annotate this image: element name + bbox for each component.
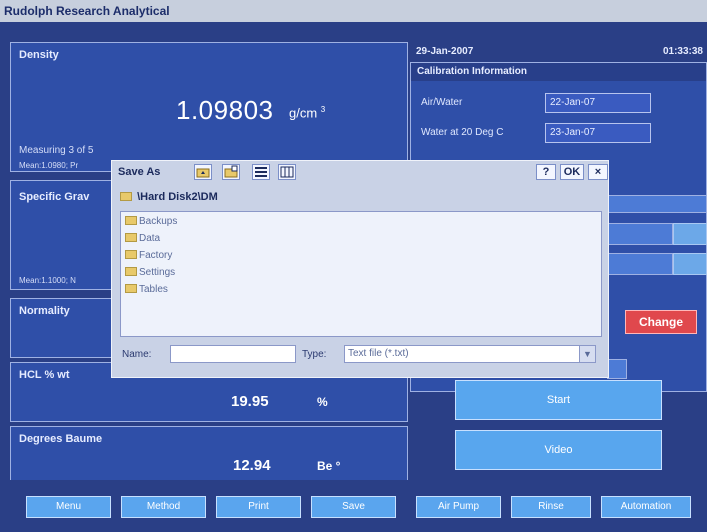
folder-label: Settings [139,267,176,278]
hcl-unit: % [317,395,328,409]
save-as-dialog: Save As ? OK × \Hard Disk2\DM Backups Da… [111,160,609,378]
folder-label: Tables [139,284,168,295]
calibration-field-2-button[interactable] [673,223,707,245]
calibration-field-4 [607,359,627,379]
menu-button[interactable]: Menu [26,496,111,518]
calibration-title: Calibration Information [411,63,706,81]
baume-panel: Degrees Baume 12.94 Be ° [10,426,408,486]
help-button[interactable]: ? [536,164,556,180]
hcl-value: 19.95 [231,393,269,410]
change-button[interactable]: Change [625,310,697,334]
file-type-select[interactable]: Text file (*.txt) ▼ [344,345,596,363]
current-path-text: \Hard Disk2\DM [137,191,218,203]
up-folder-icon[interactable] [194,164,212,180]
start-button[interactable]: Start [455,380,662,420]
air-water-date: 22-Jan-07 [545,93,651,113]
calibration-field-3 [607,253,673,275]
list-view-icon[interactable] [252,164,270,180]
new-folder-icon[interactable] [222,164,240,180]
density-mean: Mean:1.0980; Pr [19,161,79,170]
file-type-value: Text file (*.txt) [348,348,409,359]
name-label: Name: [122,349,152,360]
ok-button[interactable]: OK [560,164,584,180]
app-title: Rudolph Research Analytical [4,4,170,18]
baume-unit: Be ° [317,459,341,473]
density-unit: g/cm 3 [289,105,325,120]
folder-item[interactable]: Backups [125,216,177,227]
close-button[interactable]: × [588,164,608,180]
rinse-button[interactable]: Rinse [511,496,591,518]
water20-label: Water at 20 Deg C [421,127,504,138]
air-water-label: Air/Water [421,97,463,108]
folder-label: Factory [139,250,173,261]
type-label: Type: [302,349,327,360]
file-list: Backups Data Factory Settings Tables [120,211,602,337]
baume-title: Degrees Baume [19,433,103,445]
automation-button[interactable]: Automation [601,496,691,518]
folder-label: Backups [139,216,178,227]
density-panel: Density 1.09803 g/cm 3 Measuring 3 of 5 … [10,42,408,172]
drive-icon [120,192,132,201]
print-button[interactable]: Print [216,496,301,518]
video-button[interactable]: Video [455,430,662,470]
folder-icon [125,267,137,276]
density-unit-exponent: 3 [320,105,326,114]
folder-label: Data [139,233,161,244]
folder-item[interactable]: Factory [125,250,172,261]
folder-item[interactable]: Settings [125,267,175,278]
density-unit-text: g/cm [289,105,318,121]
calibration-field-3-button[interactable] [673,253,707,275]
date-time-bar: 29-Jan-2007 01:33:38 [410,42,707,62]
folder-icon [125,284,137,293]
folder-icon [125,233,137,242]
save-button[interactable]: Save [311,496,396,518]
density-value: 1.09803 [176,95,274,125]
folder-icon [125,216,137,225]
specific-gravity-mean: Mean:1.1000; N [19,276,76,285]
chevron-down-icon[interactable]: ▼ [579,346,595,362]
air-pump-button[interactable]: Air Pump [416,496,501,518]
water20-date: 23-Jan-07 [545,123,651,143]
current-time: 01:33:38 [662,46,703,57]
calibration-field-2 [607,223,673,245]
density-title: Density [19,49,59,61]
folder-icon [125,250,137,259]
detail-view-icon[interactable] [278,164,296,180]
folder-item[interactable]: Tables [125,284,168,295]
baume-value: 12.94 [233,457,271,474]
normality-title: Normality [19,305,70,317]
app-title-bar: Rudolph Research Analytical [0,0,707,22]
specific-gravity-title: Specific Grav [19,191,90,203]
current-path: \Hard Disk2\DM [120,191,218,203]
folder-item[interactable]: Data [125,233,160,244]
hcl-title: HCL % wt [19,369,70,381]
filename-input[interactable] [170,345,296,363]
calibration-field-1 [607,195,707,213]
density-status: Measuring 3 of 5 [19,145,94,156]
method-button[interactable]: Method [121,496,206,518]
current-date: 29-Jan-2007 [416,46,474,57]
dialog-title: Save As [118,166,161,178]
